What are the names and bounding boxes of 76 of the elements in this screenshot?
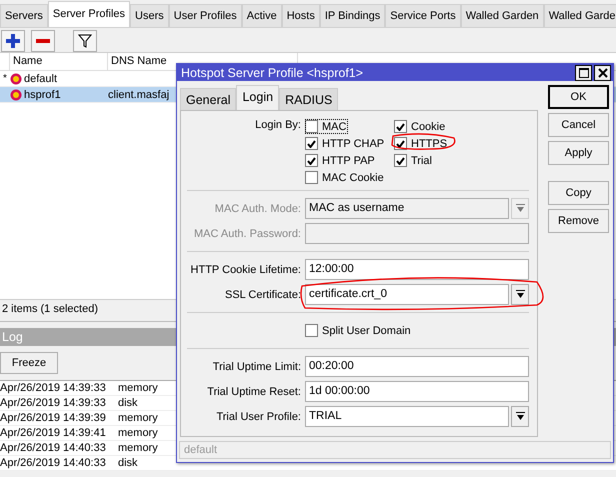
table-cell: Apr/26/2019 14:39:41	[0, 426, 106, 440]
status-field: default	[179, 441, 611, 459]
tab[interactable]: User Profiles	[168, 4, 242, 27]
dropdown-field[interactable]: TRIAL	[305, 406, 509, 427]
plus-icon	[6, 34, 20, 48]
input-field[interactable]: 00:20:00	[305, 356, 529, 377]
filter-icon	[78, 34, 92, 48]
dropdown-button[interactable]	[511, 284, 529, 305]
table-cell: hsprof1	[24, 88, 61, 100]
table-cell: Apr/26/2019 14:39:33	[0, 396, 106, 410]
tab[interactable]: General	[180, 88, 236, 110]
tab[interactable]: Login	[236, 85, 280, 110]
table-cell: memory	[118, 426, 158, 440]
tab[interactable]: Service Ports	[385, 4, 461, 27]
checkbox[interactable]: HTTP CHAP	[305, 136, 386, 151]
dropdown-arrow-icon	[516, 204, 524, 213]
table-cell: Apr/26/2019 14:39:33	[0, 380, 106, 396]
table-cell: disk	[118, 456, 138, 470]
checkbox[interactable]: MAC Cookie	[305, 170, 386, 185]
maximize-button[interactable]	[575, 64, 592, 80]
field-label: Trial Uptime Reset:	[206, 386, 302, 398]
field-label: HTTP Cookie Lifetime:	[190, 264, 302, 276]
table-cell: memory	[118, 410, 158, 426]
dropdown-button[interactable]	[511, 406, 529, 427]
input-field[interactable]: 12:00:00	[305, 259, 529, 280]
freeze-button[interactable]: Freeze	[0, 352, 58, 374]
row-marker: *	[2, 73, 8, 84]
checkbox[interactable]: Trial	[394, 153, 434, 168]
field-label: SSL Certificate:	[224, 288, 302, 300]
profile-icon	[10, 88, 22, 100]
remove-button[interactable]	[31, 30, 55, 52]
table-cell: Apr/26/2019 14:39:39	[0, 410, 106, 426]
annotation-drawing	[390, 133, 458, 153]
field-label: MAC Auth. Mode:	[214, 202, 302, 214]
dialog-button[interactable]: Remove	[548, 209, 609, 233]
dialog-button[interactable]: OK	[548, 85, 609, 109]
table-cell: disk	[118, 396, 138, 410]
table-cell: default	[24, 72, 58, 84]
tab[interactable]: Users	[130, 4, 169, 27]
dropdown-arrow-icon	[516, 290, 524, 299]
dialog-button[interactable]: Apply	[548, 141, 609, 165]
checkbox[interactable]: Cookie	[394, 119, 448, 134]
status-text: 2 items (1 selected)	[2, 303, 98, 315]
tab[interactable]: IP Bindings	[320, 4, 386, 27]
close-icon	[598, 68, 608, 78]
field-label: Login By:	[254, 119, 302, 133]
tab[interactable]: Active	[242, 4, 282, 27]
tab[interactable]: RADIUS	[279, 88, 338, 110]
tab[interactable]: Servers	[0, 4, 48, 27]
dropdown-field[interactable]: certificate.crt_0	[305, 284, 509, 305]
filter-button[interactable]	[73, 30, 97, 52]
tab[interactable]: Hosts	[282, 4, 320, 27]
tab[interactable]: Walled Garden	[460, 4, 544, 27]
maximize-icon	[578, 68, 588, 78]
table-cell: memory	[118, 440, 158, 456]
field-label: Trial Uptime Limit:	[212, 360, 302, 372]
dialog-button[interactable]: Cancel	[548, 113, 609, 137]
tab[interactable]: Walled Garde	[544, 4, 616, 27]
table-cell: memory	[118, 380, 158, 396]
field-label: MAC Auth. Password:	[193, 228, 302, 240]
table-cell: Apr/26/2019 14:40:33	[0, 440, 106, 456]
minus-icon	[36, 39, 50, 43]
close-button[interactable]	[594, 64, 611, 80]
table-cell: client.masfaj	[108, 88, 170, 100]
input-field[interactable]	[305, 223, 529, 244]
add-button[interactable]	[1, 30, 25, 52]
field-label: Trial User Profile:	[215, 410, 302, 422]
input-field[interactable]: 1d 00:00:00	[305, 381, 529, 402]
checkbox[interactable]: MAC	[305, 119, 348, 134]
dialog-button[interactable]: Copy	[548, 181, 609, 205]
checkbox[interactable]: HTTP PAP	[305, 153, 377, 168]
dropdown-arrow-icon	[516, 412, 524, 421]
table-cell: Apr/26/2019 14:40:33	[0, 456, 106, 470]
tab[interactable]: Server Profiles	[48, 1, 130, 27]
profile-icon	[10, 72, 22, 84]
column-header[interactable]: Name	[10, 53, 108, 70]
